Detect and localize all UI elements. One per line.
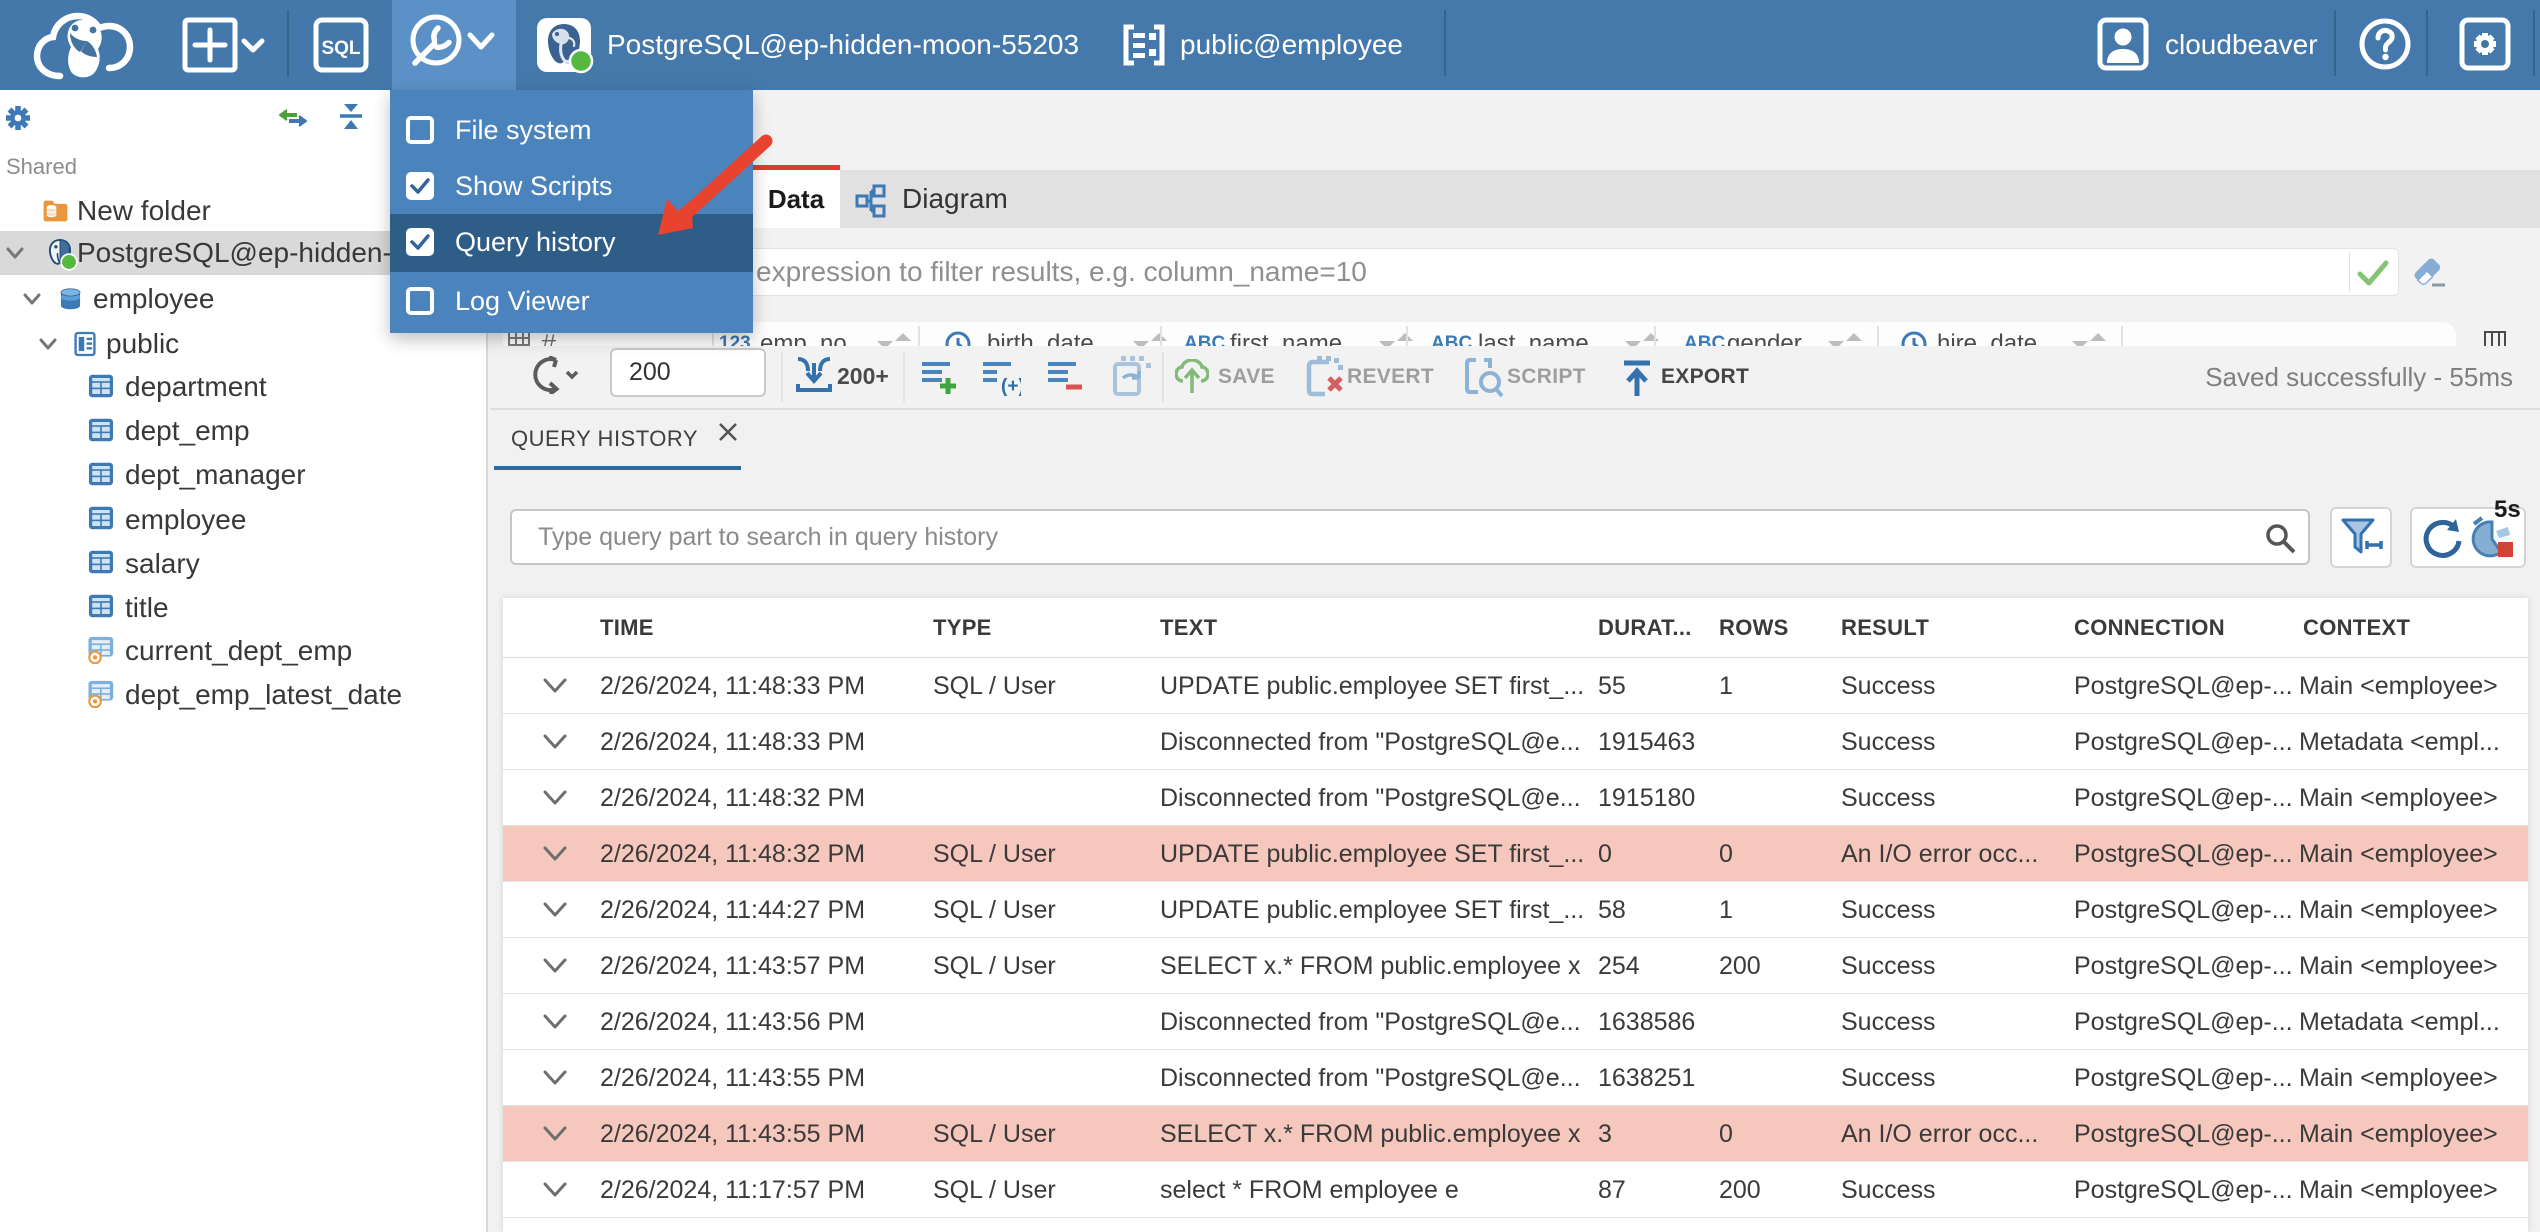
svg-text:SQL: SQL (321, 38, 360, 59)
